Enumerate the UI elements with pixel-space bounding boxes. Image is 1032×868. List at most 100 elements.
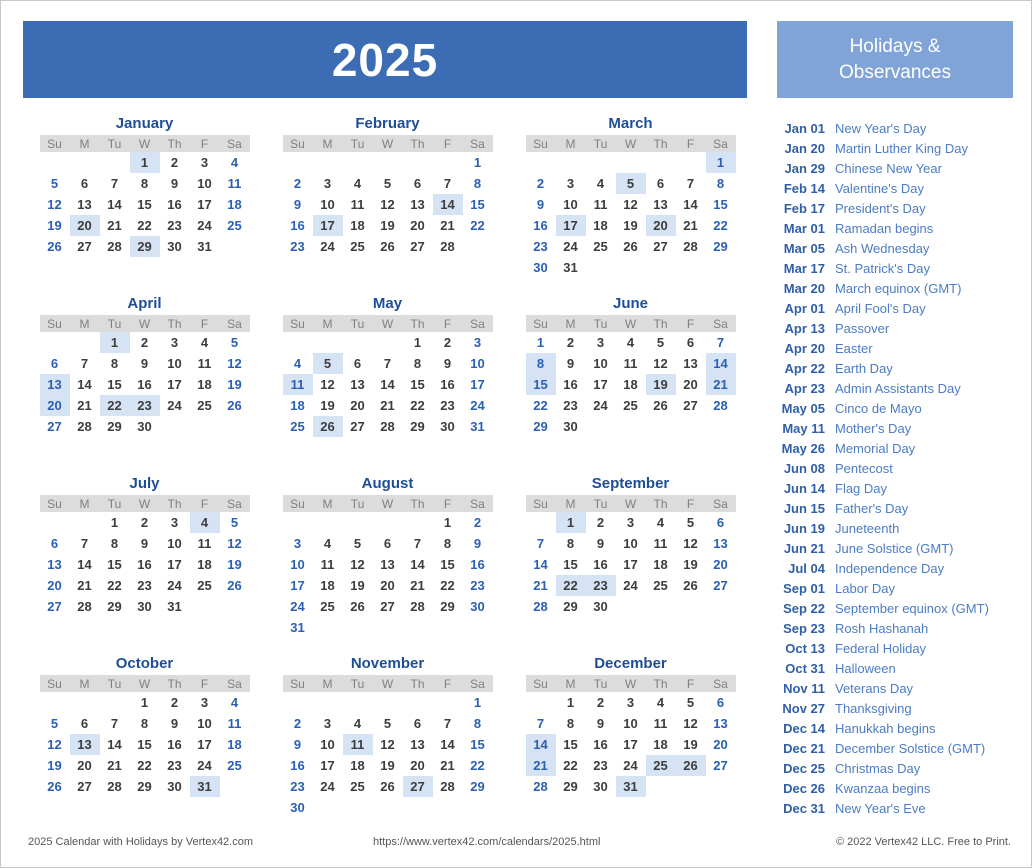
holiday-date: Dec 26 bbox=[783, 781, 825, 796]
day-cell: 17 bbox=[312, 215, 343, 236]
day-cell: 1 bbox=[129, 152, 160, 173]
dow-header-su: Su bbox=[525, 495, 556, 512]
day-cell: 29 bbox=[440, 599, 455, 614]
footer-url[interactable]: https://www.vertex42.com/calendars/2025.… bbox=[373, 836, 600, 848]
day-cell: 30 bbox=[470, 599, 485, 614]
day-cell-empty bbox=[706, 257, 736, 278]
day-cell: 11 bbox=[197, 356, 212, 371]
dow-header-row: Su M Tu W Th F Sa bbox=[525, 495, 736, 512]
day-cell: 8 bbox=[566, 716, 575, 731]
holiday-date: Apr 23 bbox=[784, 381, 825, 396]
day-cell: 26 bbox=[350, 599, 365, 614]
day-cell: 8 bbox=[140, 176, 149, 191]
dow-header-th: Th bbox=[645, 495, 676, 512]
day-cell: 5 bbox=[230, 335, 239, 350]
day-cell: 21 bbox=[380, 398, 395, 413]
day-cell: 22 bbox=[470, 758, 485, 773]
day-cell: 20 bbox=[39, 395, 70, 416]
holiday-row: Mar 17 St. Patrick's Day bbox=[777, 259, 1023, 279]
day-cell: 14 bbox=[683, 197, 698, 212]
day-cell: 14 bbox=[77, 377, 92, 392]
week-row: 1 2 3 4 5 6 7 bbox=[526, 332, 736, 353]
week-row: 6 7 8 9 10 11 12 bbox=[40, 533, 250, 554]
day-cell: 26 bbox=[47, 239, 62, 254]
day-cell: 7 bbox=[443, 176, 452, 191]
holiday-row: Apr 01 April Fool's Day bbox=[777, 299, 1023, 319]
dow-header-w: W bbox=[372, 675, 403, 692]
holiday-date: Apr 20 bbox=[784, 341, 825, 356]
day-cell: 1 bbox=[536, 335, 545, 350]
dow-header-sa: Sa bbox=[219, 135, 250, 152]
month-august: August Su M Tu W Th F Sa 1 2 3 4 5 6 7 8 9 10 11 12 13 14 15 1… bbox=[266, 473, 509, 653]
day-cell: 10 bbox=[623, 716, 638, 731]
holiday-name: New Year's Day bbox=[835, 121, 927, 136]
dow-header-th: Th bbox=[402, 315, 433, 332]
day-cell: 7 bbox=[716, 335, 725, 350]
day-cell: 29 bbox=[107, 599, 122, 614]
week-row: 1 bbox=[283, 692, 493, 713]
day-cell: 6 bbox=[50, 536, 59, 551]
day-cell: 20 bbox=[713, 737, 728, 752]
dow-header-m: M bbox=[69, 495, 100, 512]
day-cell: 22 bbox=[563, 758, 578, 773]
holidays-list: Jan 01 New Year's Day Jan 20 Martin Luther … bbox=[777, 119, 1023, 819]
dow-header-su: Su bbox=[39, 495, 70, 512]
day-cell: 24 bbox=[197, 758, 212, 773]
day-cell-empty bbox=[220, 416, 250, 437]
day-cell: 13 bbox=[47, 557, 62, 572]
day-cell: 28 bbox=[440, 779, 455, 794]
day-cell: 19 bbox=[227, 557, 242, 572]
day-cell-empty bbox=[70, 332, 100, 353]
day-cell-empty bbox=[40, 692, 70, 713]
day-cell: 16 bbox=[167, 197, 182, 212]
month-table: Su M Tu W Th F Sa 1 2 3 4 5 6 7 8 9 10 11 12 13 14 15 16 17 18 1… bbox=[39, 135, 250, 257]
day-cell: 22 bbox=[137, 758, 152, 773]
day-cell: 3 bbox=[200, 695, 209, 710]
day-cell: 2 bbox=[596, 695, 605, 710]
day-cell: 21 bbox=[525, 755, 556, 776]
day-cell: 30 bbox=[290, 800, 305, 815]
holiday-name: Christmas Day bbox=[835, 761, 921, 776]
day-cell: 7 bbox=[536, 536, 545, 551]
day-cell: 23 bbox=[129, 395, 160, 416]
day-cell: 26 bbox=[380, 779, 395, 794]
day-cell: 18 bbox=[623, 377, 638, 392]
day-cell-empty bbox=[526, 152, 556, 173]
holiday-date: Mar 01 bbox=[783, 221, 825, 236]
month-row: January Su M Tu W Th F Sa 1 2 3 4 5 6 7 8 9 10 11 12 13 14 15… bbox=[23, 113, 753, 293]
holiday-name: Hanukkah begins bbox=[835, 721, 936, 736]
day-cell: 22 bbox=[137, 218, 152, 233]
dow-header-row: Su M Tu W Th F Sa bbox=[39, 135, 250, 152]
day-cell: 30 bbox=[137, 599, 152, 614]
day-cell: 19 bbox=[645, 374, 676, 395]
month-name: April bbox=[127, 295, 162, 312]
day-cell: 5 bbox=[686, 515, 695, 530]
day-cell: 3 bbox=[323, 716, 332, 731]
day-cell-empty bbox=[313, 617, 343, 638]
dow-header-f: F bbox=[432, 495, 463, 512]
day-cell: 29 bbox=[563, 599, 578, 614]
day-cell: 30 bbox=[137, 419, 152, 434]
dow-header-row: Su M Tu W Th F Sa bbox=[282, 135, 493, 152]
day-cell: 7 bbox=[110, 176, 119, 191]
day-cell-empty bbox=[403, 797, 433, 818]
day-cell: 7 bbox=[443, 716, 452, 731]
holiday-date: May 11 bbox=[782, 421, 825, 436]
day-cell: 21 bbox=[77, 398, 92, 413]
day-cell: 4 bbox=[353, 716, 362, 731]
week-row: 5 6 7 8 9 10 11 bbox=[40, 713, 250, 734]
dow-header-f: F bbox=[675, 135, 706, 152]
month-february: February Su M Tu W Th F Sa 1 2 3 4 5 6 7 8 9 10 11 12 13 14 1… bbox=[266, 113, 509, 293]
day-cell: 5 bbox=[312, 353, 343, 374]
week-row: 25 26 27 28 29 30 31 bbox=[283, 416, 493, 437]
day-cell: 20 bbox=[410, 218, 425, 233]
day-cell: 23 bbox=[593, 758, 608, 773]
month-table: Su M Tu W Th F Sa 1 2 3 4 5 6 7 8 9 10 11 12 13 14 15 16 17 18 1… bbox=[39, 675, 250, 797]
day-cell: 16 bbox=[593, 737, 608, 752]
day-cell: 1 bbox=[140, 695, 149, 710]
day-cell: 26 bbox=[227, 578, 242, 593]
dow-header-th: Th bbox=[402, 495, 433, 512]
day-cell: 24 bbox=[320, 779, 335, 794]
dow-header-tu: Tu bbox=[342, 315, 373, 332]
holiday-name: March equinox (GMT) bbox=[835, 281, 962, 296]
